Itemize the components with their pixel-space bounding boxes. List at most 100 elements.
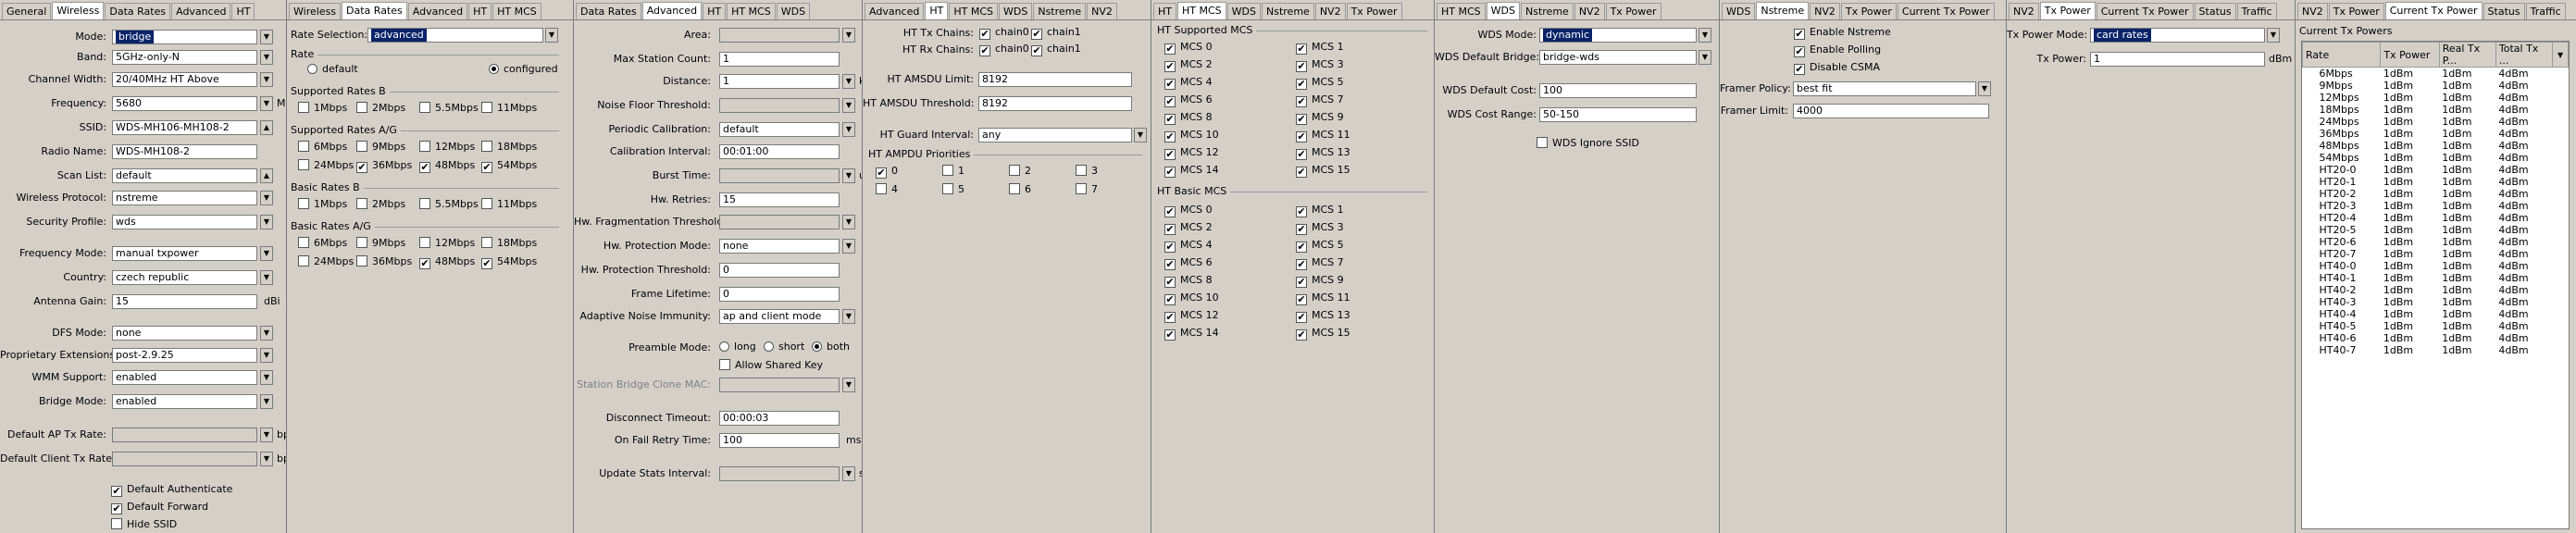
tab-tx-power[interactable]: Tx Power	[2328, 3, 2384, 20]
field-band[interactable]: 5GHz-only-N	[112, 50, 257, 65]
table-row[interactable]: HT40-6 1dBm 1dBm 4dBm	[2303, 332, 2569, 344]
field-station-bridge-clone-mac[interactable]	[719, 378, 840, 392]
tab-data-rates[interactable]: Data Rates	[342, 2, 407, 20]
sup-mcs-14-checkbox[interactable]: ✔	[1164, 167, 1176, 178]
tab-general[interactable]: General	[2, 3, 52, 20]
table-row[interactable]: HT20-2 1dBm 1dBm 4dBm	[2303, 188, 2569, 200]
sup-ag-12mbps-checkbox[interactable]	[419, 141, 430, 152]
tab-traffic[interactable]: Traffic	[2236, 3, 2277, 20]
sup-ag-18mbps-checkbox[interactable]	[481, 141, 492, 152]
field-area[interactable]	[719, 28, 840, 43]
dropdown-button[interactable]: ▼	[260, 428, 273, 442]
field-burst-time[interactable]	[719, 168, 840, 183]
field-calibration-interval[interactable]: 00:01:00	[719, 144, 840, 159]
table-row[interactable]: 18Mbps 1dBm 1dBm 4dBm	[2303, 104, 2569, 116]
field-wireless-protocol[interactable]: nstreme	[112, 191, 257, 205]
tab-nv2[interactable]: NV2	[1087, 3, 1117, 20]
table-row[interactable]: HT40-4 1dBm 1dBm 4dBm	[2303, 308, 2569, 320]
ampdu-prio-7-checkbox[interactable]	[1076, 183, 1087, 194]
sup-ag-54mbps-checkbox[interactable]: ✔	[481, 162, 492, 173]
basic-ag-48mbps-checkbox[interactable]: ✔	[419, 258, 430, 269]
field-max-station-count[interactable]: 1	[719, 52, 840, 67]
dropdown-button[interactable]: ▼	[260, 72, 273, 87]
tab-ht-mcs[interactable]: HT MCS	[1437, 3, 1486, 20]
basic-b-11mbps-checkbox[interactable]	[481, 198, 492, 209]
basic-mcs-7-checkbox[interactable]: ✔	[1296, 259, 1307, 270]
basic-mcs-1-checkbox[interactable]: ✔	[1296, 206, 1307, 217]
checkbox-enable-nstreme-checkbox[interactable]: ✔	[1794, 29, 1805, 40]
field-guard-interval[interactable]: any	[978, 128, 1132, 143]
dropdown-button[interactable]: ▼	[260, 30, 273, 44]
field-ssid[interactable]: WDS-MH106-MH108-2	[112, 120, 257, 135]
chain-chain1-checkbox[interactable]: ✔	[1031, 29, 1042, 40]
chain-chain0-checkbox[interactable]: ✔	[979, 29, 990, 40]
table-row[interactable]: 48Mbps 1dBm 1dBm 4dBm	[2303, 140, 2569, 152]
dropdown-button[interactable]: ▼	[260, 191, 273, 205]
dropdown-button[interactable]: ▼	[1699, 28, 1711, 43]
field-frequency[interactable]: 5680	[112, 96, 257, 111]
tab-traffic[interactable]: Traffic	[2525, 3, 2566, 20]
field-proprietary-extensions[interactable]: post-2.9.25	[112, 348, 257, 363]
sup-mcs-13-checkbox[interactable]: ✔	[1296, 149, 1307, 160]
field-hw-fragmentation-threshold[interactable]	[719, 215, 840, 229]
table-row[interactable]: 6Mbps 1dBm 1dBm 4dBm	[2303, 68, 2569, 80]
sup-mcs-12-checkbox[interactable]: ✔	[1164, 149, 1176, 160]
checkbox-default-forward-checkbox[interactable]: ✔	[111, 503, 122, 514]
checkbox-wds-ignore-ssid-checkbox[interactable]	[1537, 137, 1548, 148]
column-header-tx-power[interactable]: Tx Power	[2380, 42, 2440, 68]
field-on-fail-retry-time[interactable]: 100	[719, 433, 840, 448]
basic-b-2mbps-checkbox[interactable]	[356, 198, 367, 209]
field-wds-bridge[interactable]: bridge-wds	[1539, 50, 1697, 65]
dropdown-button[interactable]: ▼	[260, 50, 273, 65]
dropdown-button[interactable]: ▼	[260, 96, 273, 111]
dropdown-button[interactable]: ▼	[1978, 81, 1991, 96]
ampdu-prio-2-checkbox[interactable]	[1009, 165, 1020, 176]
checkbox-default-authenticate-checkbox[interactable]: ✔	[111, 486, 122, 497]
field-antenna-gain[interactable]: 15	[112, 294, 257, 309]
basic-mcs-3-checkbox[interactable]: ✔	[1296, 224, 1307, 235]
dropdown-button[interactable]: ▼	[842, 122, 855, 137]
tab-status[interactable]: Status	[2483, 3, 2525, 20]
field-mode[interactable]: bridge	[112, 30, 257, 44]
tab-wds[interactable]: WDS	[776, 3, 811, 20]
basic-ag-9mbps-checkbox[interactable]	[356, 237, 367, 248]
tab-wds[interactable]: WDS	[1486, 2, 1520, 20]
tab-wds[interactable]: WDS	[1226, 3, 1261, 20]
field-amsdu_thr[interactable]: 8192	[978, 96, 1132, 111]
basic-mcs-14-checkbox[interactable]: ✔	[1164, 329, 1176, 341]
tab-advanced[interactable]: Advanced	[641, 2, 703, 20]
dropdown-button[interactable]: ▼	[260, 394, 273, 409]
field-default-ap-tx-rate[interactable]	[112, 428, 257, 442]
tab-ht[interactable]: HT	[703, 3, 727, 20]
checkbox-disable-csma-checkbox[interactable]: ✔	[1794, 64, 1805, 75]
table-row[interactable]: 12Mbps 1dBm 1dBm 4dBm	[2303, 92, 2569, 104]
basic-ag-6mbps-checkbox[interactable]	[298, 237, 309, 248]
tab-nv2[interactable]: NV2	[2297, 3, 2328, 20]
table-row[interactable]: HT20-7 1dBm 1dBm 4dBm	[2303, 248, 2569, 260]
tab-ht-mcs[interactable]: HT MCS	[727, 3, 776, 20]
table-row[interactable]: HT40-5 1dBm 1dBm 4dBm	[2303, 320, 2569, 332]
field-radio-name[interactable]: WDS-MH108-2	[112, 144, 257, 159]
table-row[interactable]: HT40-2 1dBm 1dBm 4dBm	[2303, 284, 2569, 296]
radio-configured-radio[interactable]	[489, 64, 499, 74]
field-tx-power-mode[interactable]: card rates	[2090, 28, 2265, 43]
column-menu-button[interactable]: ▼	[2552, 42, 2569, 68]
dropdown-button[interactable]: ▼	[260, 270, 273, 285]
checkbox-enable-polling-checkbox[interactable]: ✔	[1794, 46, 1805, 57]
sup-ag-9mbps-checkbox[interactable]	[356, 141, 367, 152]
chain-chain1-checkbox[interactable]: ✔	[1031, 45, 1042, 56]
basic-ag-18mbps-checkbox[interactable]	[481, 237, 492, 248]
table-row[interactable]: 9Mbps 1dBm 1dBm 4dBm	[2303, 80, 2569, 92]
table-row[interactable]: HT40-7 1dBm 1dBm 4dBm	[2303, 344, 2569, 356]
field-tx-power[interactable]: 1	[2090, 52, 2265, 67]
dropdown-button[interactable]: ▼	[260, 452, 273, 466]
checkbox-hide-ssid-checkbox[interactable]	[111, 518, 122, 529]
tab-nstreme[interactable]: Nstreme	[1262, 3, 1314, 20]
tab-wireless[interactable]: Wireless	[52, 2, 105, 20]
dropdown-button[interactable]: ▲	[260, 168, 273, 183]
field-frequency-mode[interactable]: manual txpower	[112, 246, 257, 261]
checkbox-allow-shared-key-checkbox[interactable]	[719, 359, 730, 370]
basic-ag-24mbps-checkbox[interactable]	[298, 255, 309, 266]
field-hw-protection-threshold[interactable]: 0	[719, 263, 840, 278]
sup-ag-48mbps-checkbox[interactable]: ✔	[419, 162, 430, 173]
